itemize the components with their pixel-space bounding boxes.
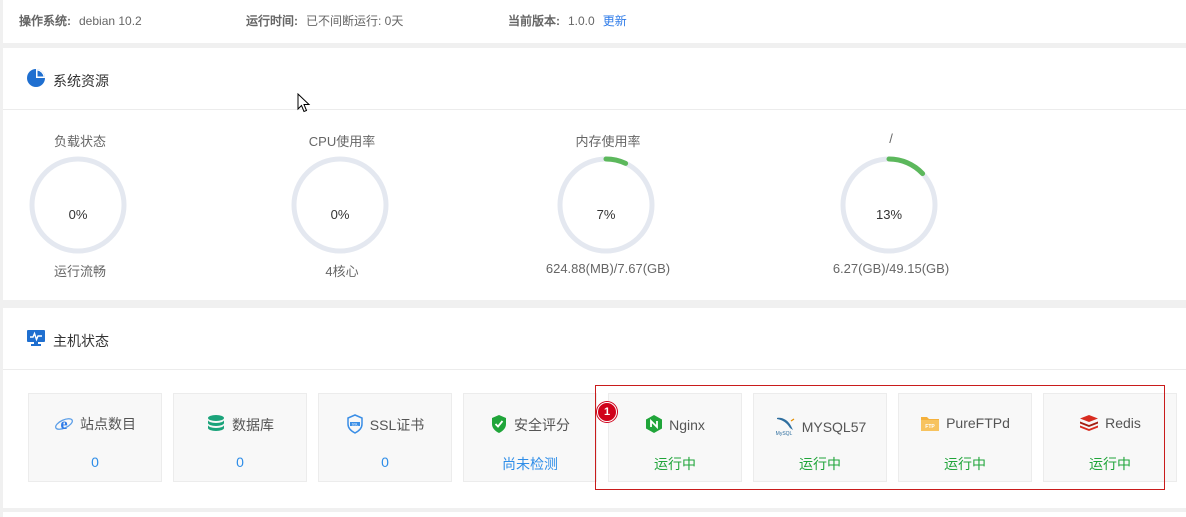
gauge-ring (840, 156, 938, 254)
svg-text:e: e (60, 416, 67, 433)
ssl-icon: SSL (347, 414, 363, 434)
card-ssl[interactable]: SSL SSL证书 0 (318, 393, 452, 482)
gauge-ring (291, 156, 389, 254)
card-title: e 站点数目 (29, 414, 161, 434)
shield-check-icon (492, 415, 506, 433)
card-value[interactable]: 0 (29, 454, 161, 470)
gauge-disk-root[interactable]: / 13% 6.27(GB)/49.15(GB) (833, 131, 949, 291)
gauge-value: 0% (68, 207, 88, 222)
card-pureftpd[interactable]: FTP PureFTPd 运行中 (898, 393, 1032, 482)
monitor-icon (26, 329, 46, 350)
card-security-score[interactable]: 安全评分 尚未检测 (463, 393, 597, 482)
card-label: 站点数目 (80, 416, 136, 432)
host-title: 主机状态 (53, 333, 109, 349)
system-resources-panel: 系统资源 负载状态 0% 运行流畅 CPU使用率 0% 4核心 内存使用率 7%… (3, 48, 1186, 300)
host-status-panel: 主机状态 e 站点数目 0 数据库 0 SSL SSL证书 0 安全评分 尚未检… (3, 308, 1186, 508)
card-redis[interactable]: Redis 运行中 (1043, 393, 1177, 482)
card-label: SSL证书 (369, 417, 425, 433)
gauge-value: 13% (875, 207, 903, 222)
card-mysql[interactable]: MySQL MYSQL57 运行中 (753, 393, 887, 482)
redis-icon (1080, 415, 1099, 431)
svg-text:MySQL: MySQL (775, 431, 792, 436)
update-link[interactable]: 更新 (603, 14, 627, 28)
card-title: Redis (1044, 414, 1176, 432)
uptime-label: 运行时间: (246, 14, 298, 28)
mouse-cursor-icon (297, 93, 311, 113)
card-value[interactable]: 运行中 (609, 454, 741, 474)
annotation-badge: 1 (597, 402, 617, 422)
gauge-value: 0% (330, 207, 350, 222)
svg-text:SSL: SSL (351, 422, 358, 426)
card-label: Nginx (669, 417, 705, 433)
gauge-title: 负载状态 (53, 134, 106, 149)
card-title: MySQL MYSQL57 (754, 414, 886, 437)
gauge-ring (557, 156, 655, 254)
gauge-ring (29, 156, 127, 254)
gauge-title: 内存使用率 (575, 134, 641, 149)
card-title: 安全评分 (464, 414, 596, 435)
card-value[interactable]: 0 (174, 454, 306, 470)
nginx-icon (646, 415, 663, 433)
ie-icon: e (55, 416, 73, 433)
uptime-value: 已不间断运行: 0天 (306, 14, 404, 28)
version-info: 当前版本: 1.0.0 更新 (508, 12, 627, 29)
card-database[interactable]: 数据库 0 (173, 393, 307, 482)
gauge-value: 7% (596, 207, 616, 222)
gauge-memory[interactable]: 内存使用率 7% 624.88(MB)/7.67(GB) (546, 131, 670, 291)
gauge-title: CPU使用率 (308, 134, 376, 149)
resources-title: 系统资源 (53, 73, 109, 89)
gauge-subtitle: 4核心 (325, 264, 359, 279)
gauge-track (29, 156, 127, 254)
card-value[interactable]: 运行中 (754, 454, 886, 474)
card-label: MYSQL57 (801, 419, 867, 435)
card-title: SSL SSL证书 (319, 414, 451, 435)
card-label: PureFTPd (946, 415, 1010, 431)
os-label: 操作系统: (19, 14, 71, 28)
gauge-track (557, 156, 655, 254)
card-title: FTP PureFTPd (899, 414, 1031, 432)
card-value[interactable]: 运行中 (899, 454, 1031, 474)
card-value[interactable]: 尚未检测 (464, 454, 596, 474)
card-value[interactable]: 运行中 (1044, 454, 1176, 474)
gauge-subtitle: 运行流畅 (53, 264, 106, 279)
card-nginx[interactable]: Nginx 运行中 (608, 393, 742, 482)
gauge-subtitle: 6.27(GB)/49.15(GB) (832, 261, 950, 276)
card-value[interactable]: 0 (319, 454, 451, 470)
pie-chart-icon (26, 68, 46, 91)
card-sites[interactable]: e 站点数目 0 (28, 393, 162, 482)
host-header: 主机状态 (3, 308, 1186, 370)
card-label: 数据库 (232, 417, 274, 433)
svg-text:FTP: FTP (925, 424, 935, 430)
system-info-bar: 操作系统: debian 10.2 运行时间: 已不间断运行: 0天 当前版本: 1.… (3, 0, 1186, 43)
database-icon (208, 415, 224, 431)
gauge-subtitle: 624.88(MB)/7.67(GB) (545, 261, 671, 276)
uptime-info: 运行时间: 已不间断运行: 0天 (246, 12, 403, 29)
resources-header: 系统资源 (3, 48, 1186, 110)
card-label: Redis (1105, 415, 1141, 431)
os-value: debian 10.2 (79, 14, 142, 28)
version-value: 1.0.0 (568, 14, 595, 28)
gauge-track (291, 156, 389, 254)
os-info: 操作系统: debian 10.2 (19, 12, 142, 29)
gauge-load[interactable]: 负载状态 0% 运行流畅 (25, 131, 135, 291)
card-label: 安全评分 (514, 417, 570, 433)
mysql-icon: MySQL (775, 417, 795, 437)
gauge-title: / (889, 131, 893, 146)
ftp-folder-icon: FTP (921, 417, 940, 431)
version-label: 当前版本: (508, 14, 560, 28)
card-title: 数据库 (174, 414, 306, 435)
next-panel-edge (3, 512, 1186, 517)
gauge-cpu[interactable]: CPU使用率 0% 4核心 (287, 131, 397, 291)
card-title: Nginx (609, 414, 741, 434)
